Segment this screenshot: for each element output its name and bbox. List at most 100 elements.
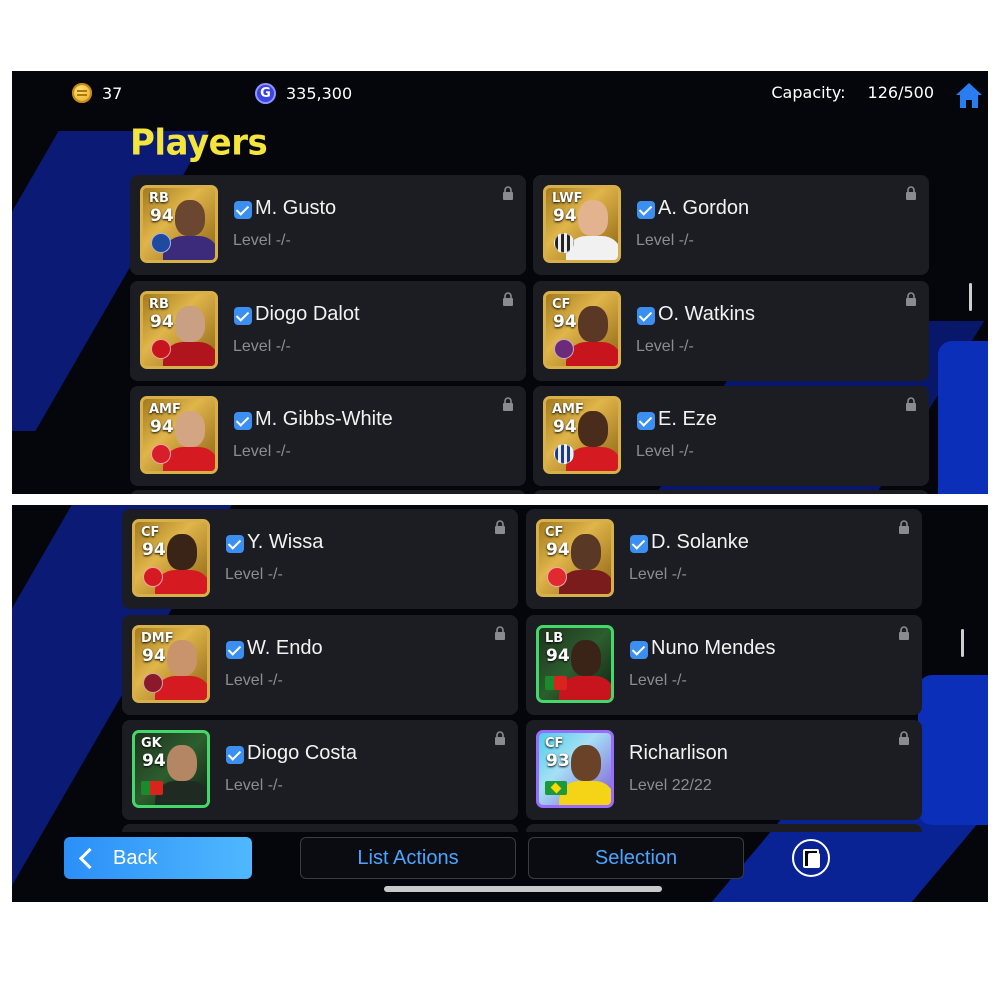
back-button[interactable]: Back (64, 837, 252, 879)
player-thumbnail: CF 94 (536, 519, 614, 597)
player-thumbnail: DMF 94 (132, 625, 210, 703)
player-thumbnail: GK 94 (132, 730, 210, 808)
player-level: Level -/- (636, 443, 694, 460)
chevron-left-icon (78, 847, 101, 869)
rating-value: 94 (553, 312, 577, 332)
player-card-gordon[interactable]: LWF 94 A. Gordon Level -/- (533, 175, 929, 275)
club-badge-icon (554, 233, 574, 253)
rating-value: 94 (546, 540, 570, 560)
position-label: CF (545, 736, 564, 751)
selection-button[interactable]: Selection (528, 837, 744, 879)
player-thumbnail: RB 94 (140, 185, 218, 263)
player-portrait (559, 634, 611, 700)
checkmark-icon (234, 412, 252, 430)
player-card-eze[interactable]: AMF 94 E. Eze Level -/- (533, 386, 929, 486)
player-card-diogo-costa[interactable]: GK 94 Diogo Costa Level -/- (122, 720, 518, 820)
position-label: DMF (141, 631, 174, 646)
player-name: E. Eze (658, 408, 717, 430)
club-badge-icon (151, 233, 171, 253)
club-badge-icon (547, 567, 567, 587)
position-label: CF (141, 525, 160, 540)
rating-value: 94 (546, 646, 570, 666)
list-peek (130, 490, 526, 494)
coin-count: 37 (102, 83, 123, 103)
player-portrait (163, 300, 215, 366)
player-card-gusto[interactable]: RB 94 M. Gusto Level -/- (130, 175, 526, 275)
capacity-value: 126/500 (867, 83, 934, 102)
checkmark-icon (637, 201, 655, 219)
position-label: LWF (552, 191, 583, 206)
player-level: Level -/- (233, 338, 291, 355)
lock-icon (899, 626, 909, 640)
player-thumbnail: AMF 94 (543, 396, 621, 474)
page-title: Players (130, 122, 268, 164)
player-thumbnail: LB 94 (536, 625, 614, 703)
checkmark-icon (226, 641, 244, 659)
list-peek (526, 824, 922, 832)
capacity-label: Capacity: (771, 83, 846, 102)
checkmark-icon (226, 746, 244, 764)
player-name: Nuno Mendes (651, 637, 776, 659)
checkmark-icon (234, 201, 252, 219)
player-card-solanke[interactable]: CF 94 D. Solanke Level -/- (526, 509, 922, 609)
player-name: Richarlison (629, 742, 728, 764)
club-badge-icon (151, 339, 171, 359)
club-badge-icon (151, 444, 171, 464)
player-portrait (155, 528, 207, 594)
coin-balance: 37 (72, 83, 122, 103)
list-actions-button[interactable]: List Actions (300, 837, 516, 879)
player-level: Level -/- (629, 672, 687, 689)
player-thumbnail: RB 94 (140, 291, 218, 369)
position-label: AMF (552, 402, 584, 417)
player-portrait (559, 739, 611, 805)
lock-icon (495, 731, 505, 745)
rating-value: 94 (553, 417, 577, 437)
player-name: M. Gibbs-White (255, 408, 393, 430)
position-label: RB (149, 297, 169, 312)
home-indicator (384, 886, 662, 892)
player-card-richarlison[interactable]: CF 93 Richarlison Level 22/22 (526, 720, 922, 820)
checkmark-icon (234, 307, 252, 325)
scrollbar[interactable] (969, 283, 972, 311)
player-thumbnail: CF 94 (543, 291, 621, 369)
player-portrait (155, 739, 207, 805)
list-peek (122, 824, 518, 832)
rating-value: 94 (553, 206, 577, 226)
player-thumbnail: LWF 94 (543, 185, 621, 263)
player-thumbnail: CF 94 (132, 519, 210, 597)
player-name: Diogo Costa (247, 742, 358, 764)
position-label: CF (552, 297, 571, 312)
brazil-flag-icon (545, 781, 567, 795)
player-card-wissa[interactable]: CF 94 Y. Wissa Level -/- (122, 509, 518, 609)
gp-icon: G (255, 83, 276, 104)
position-label: LB (545, 631, 564, 646)
player-name: D. Solanke (651, 531, 749, 553)
player-name: A. Gordon (658, 197, 750, 219)
rating-value: 94 (150, 417, 174, 437)
checkmark-icon (637, 412, 655, 430)
player-name: Y. Wissa (247, 531, 324, 553)
player-card-dalot[interactable]: RB 94 Diogo Dalot Level -/- (130, 281, 526, 381)
checkmark-icon (226, 535, 244, 553)
rating-value: 94 (142, 751, 166, 771)
player-portrait (559, 528, 611, 594)
player-thumbnail: AMF 94 (140, 396, 218, 474)
home-icon[interactable] (954, 81, 984, 109)
bottom-screenshot: CF 94 Y. Wissa Level -/- CF 94 D. Solank… (12, 505, 988, 902)
player-card-nuno-mendes[interactable]: LB 94 Nuno Mendes Level -/- (526, 615, 922, 715)
player-card-watkins[interactable]: CF 94 O. Watkins Level -/- (533, 281, 929, 381)
copy-icon[interactable] (792, 839, 830, 877)
lock-icon (899, 520, 909, 534)
player-level: Level -/- (225, 777, 283, 794)
status-bar: 37 G 335,300 Capacity: 126/500 (12, 79, 988, 109)
rating-value: 94 (142, 540, 166, 560)
player-card-gibbs-white[interactable]: AMF 94 M. Gibbs-White Level -/- (130, 386, 526, 486)
lock-icon (495, 626, 505, 640)
scrollbar[interactable] (961, 629, 964, 657)
player-level: Level -/- (225, 566, 283, 583)
portugal-flag-icon (545, 676, 567, 690)
checkmark-icon (630, 535, 648, 553)
player-portrait (163, 194, 215, 260)
player-card-endo[interactable]: DMF 94 W. Endo Level -/- (122, 615, 518, 715)
checkmark-icon (637, 307, 655, 325)
